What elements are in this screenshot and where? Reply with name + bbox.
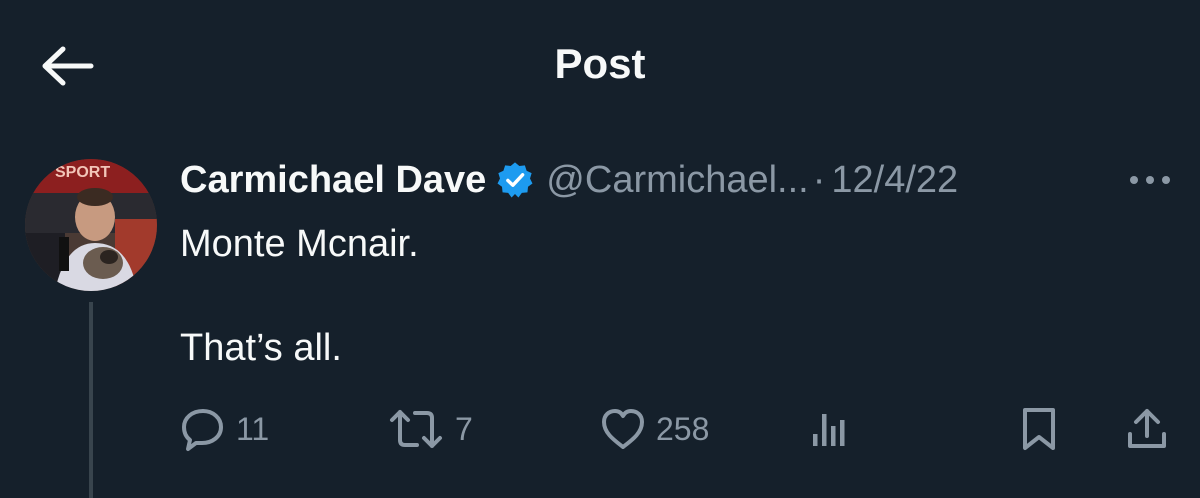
post-text-line: That’s all. bbox=[180, 327, 342, 369]
views-button[interactable] bbox=[807, 404, 853, 454]
post-text-line: Monte Mcnair. bbox=[180, 223, 419, 265]
like-button[interactable]: 258 bbox=[600, 404, 709, 454]
action-bar: 11 7 258 bbox=[180, 404, 1180, 454]
author-name[interactable]: Carmichael Dave bbox=[180, 159, 486, 202]
verified-badge-icon[interactable] bbox=[496, 161, 534, 199]
heart-icon bbox=[600, 406, 646, 452]
share-button[interactable] bbox=[1124, 404, 1170, 454]
reply-count: 11 bbox=[236, 410, 270, 447]
bookmark-button[interactable] bbox=[1016, 404, 1062, 454]
avatar[interactable]: SPORT bbox=[25, 159, 157, 291]
share-icon bbox=[1124, 406, 1170, 452]
page-title: Post bbox=[554, 40, 646, 87]
more-options-button[interactable] bbox=[1124, 160, 1176, 200]
post-date[interactable]: 12/4/22 bbox=[831, 159, 958, 202]
post-detail-page: Post SPORT Carmichael Dave @Carmichael..… bbox=[0, 0, 1200, 498]
svg-text:SPORT: SPORT bbox=[55, 164, 110, 181]
reply-icon bbox=[180, 406, 226, 452]
more-horizontal-icon bbox=[1128, 174, 1172, 186]
top-bar: Post bbox=[0, 0, 1200, 126]
repost-icon bbox=[387, 406, 445, 452]
avatar-photo: SPORT bbox=[25, 159, 157, 291]
repost-button[interactable]: 7 bbox=[387, 404, 473, 454]
author-handle[interactable]: @Carmichael... bbox=[546, 159, 808, 202]
reply-button[interactable]: 11 bbox=[180, 404, 269, 454]
post-header: Carmichael Dave @Carmichael... · 12/4/22 bbox=[180, 154, 958, 206]
post-text: Monte Mcnair. That’s all. bbox=[180, 218, 419, 374]
separator-dot: · bbox=[812, 158, 826, 201]
bookmark-icon bbox=[1016, 406, 1062, 452]
like-count: 258 bbox=[656, 410, 710, 447]
repost-count: 7 bbox=[455, 410, 473, 447]
thread-line bbox=[89, 302, 93, 498]
analytics-icon bbox=[807, 406, 853, 452]
